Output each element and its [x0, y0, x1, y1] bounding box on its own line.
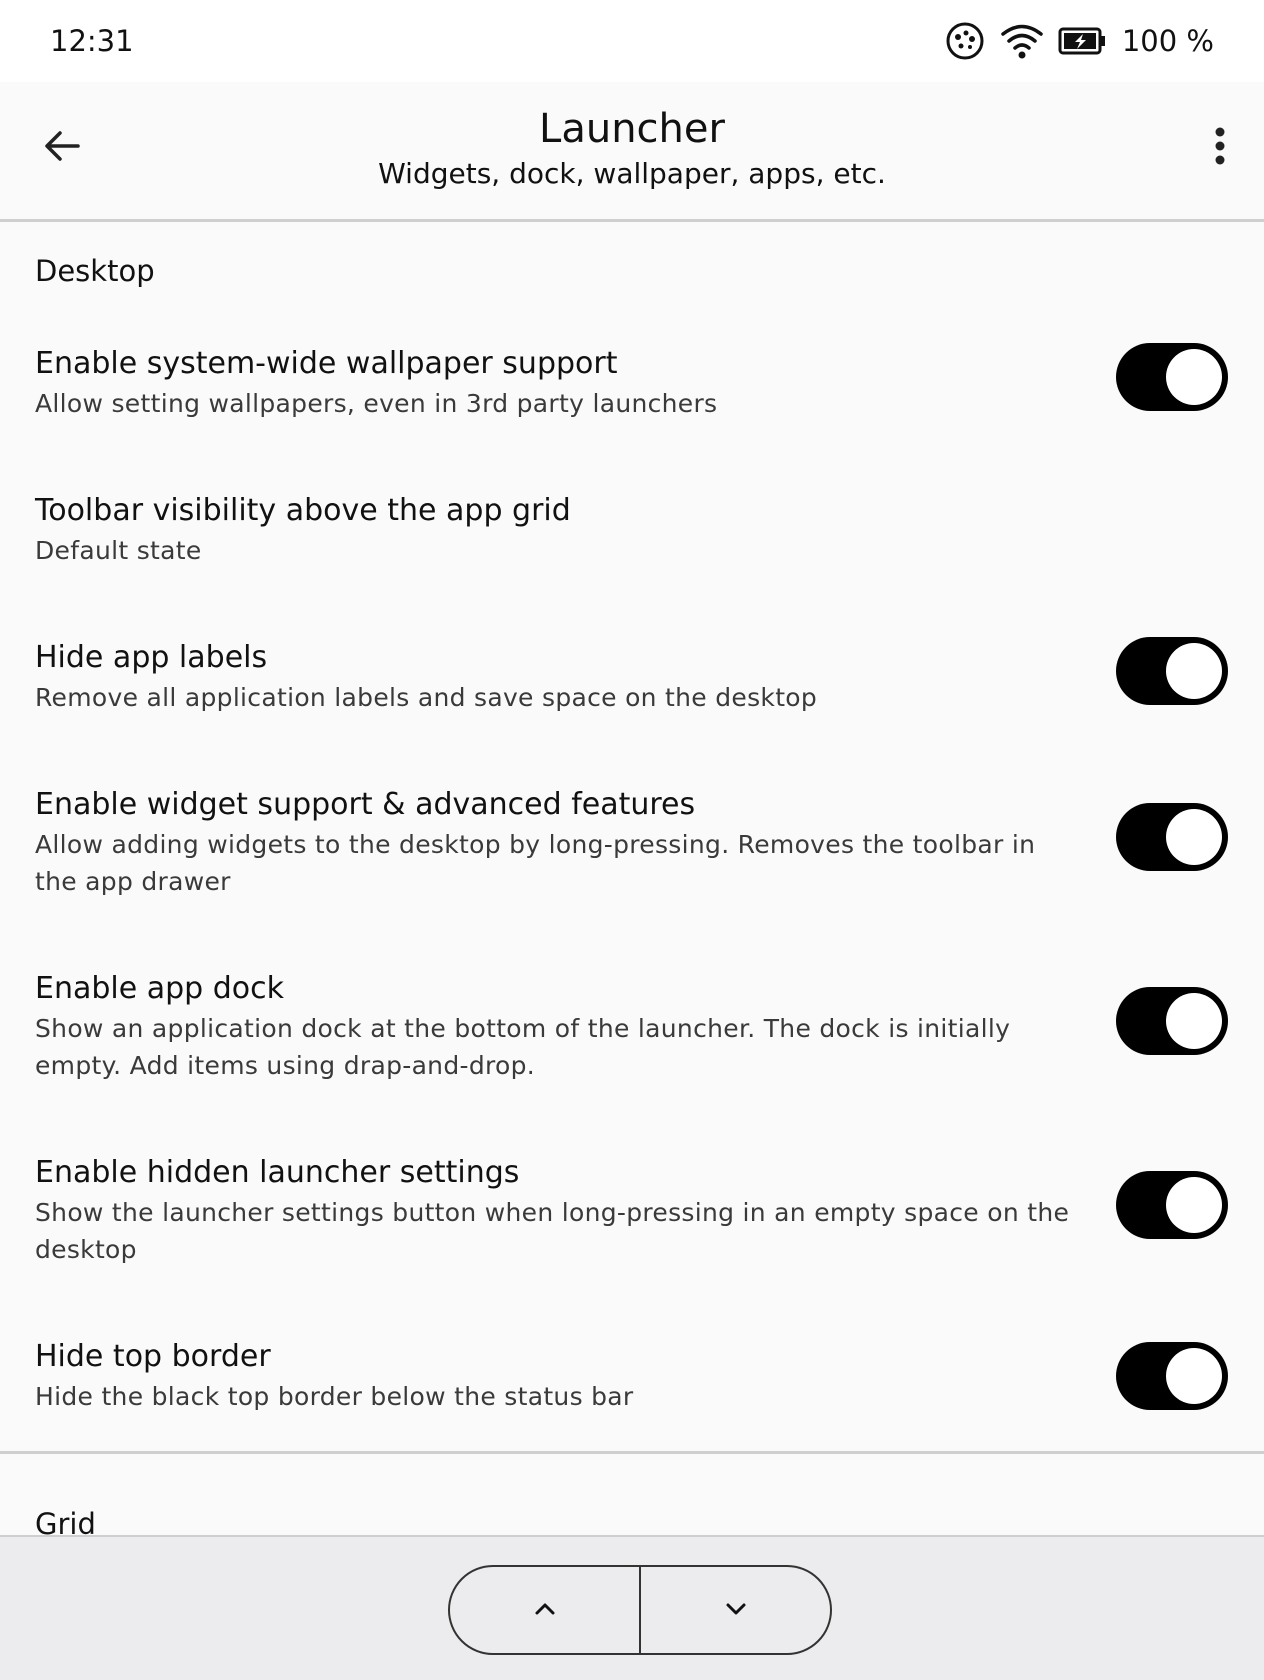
setting-title: Enable hidden launcher settings [35, 1155, 520, 1190]
more-vert-icon [1212, 126, 1228, 170]
setting-description: Show the launcher settings button when l… [35, 1198, 1070, 1264]
setting-title: Enable widget support & advanced feature… [35, 787, 696, 822]
chevron-down-icon [725, 1601, 747, 1620]
scroll-down-button[interactable] [641, 1567, 830, 1653]
page-subtitle: Widgets, dock, wallpaper, apps, etc. [378, 157, 886, 190]
toggle-switch-hide-app-labels[interactable] [1116, 637, 1228, 705]
chevron-up-icon [534, 1601, 556, 1620]
back-button[interactable] [36, 122, 88, 174]
status-icons: 100 % [944, 20, 1214, 62]
toggle-switch-hide-top-border[interactable] [1116, 1342, 1228, 1410]
status-time: 12:31 [50, 24, 134, 58]
setting-title: Toolbar visibility above the app grid [35, 493, 571, 528]
battery-charging-icon [1058, 27, 1106, 55]
setting-row-hidden-launcher-settings[interactable]: Enable hidden launcher settings Show the… [0, 1154, 1264, 1304]
toggle-switch-app-dock[interactable] [1116, 987, 1228, 1055]
setting-title: Enable system-wide wallpaper support [35, 346, 618, 381]
app-bar: Launcher Widgets, dock, wallpaper, apps,… [0, 82, 1264, 222]
setting-description: Show an application dock at the bottom o… [35, 1014, 1011, 1080]
setting-title: Enable app dock [35, 971, 284, 1006]
wifi-icon [1000, 22, 1044, 60]
toggle-switch-system-wallpaper[interactable] [1116, 343, 1228, 411]
section-divider [0, 1451, 1264, 1454]
setting-row-widget-support[interactable]: Enable widget support & advanced feature… [0, 786, 1264, 936]
title-block: Launcher Widgets, dock, wallpaper, apps,… [200, 106, 1064, 194]
setting-row-hide-top-border[interactable]: Hide top border Hide the black top borde… [0, 1338, 1264, 1448]
setting-row-toolbar-visibility[interactable]: Toolbar visibility above the app grid De… [0, 492, 1264, 602]
arrow-back-icon [42, 126, 82, 170]
setting-title: Hide top border [35, 1339, 271, 1374]
setting-description: Allow adding widgets to the desktop by l… [35, 830, 1036, 896]
toggle-switch-widget-support[interactable] [1116, 803, 1228, 871]
setting-description: Allow setting wallpapers, even in 3rd pa… [35, 389, 718, 418]
toggle-switch-hidden-launcher-settings[interactable] [1116, 1171, 1228, 1239]
battery-percentage: 100 % [1121, 24, 1214, 58]
status-bar: 12:31 100 % [0, 0, 1264, 82]
setting-row-system-wallpaper[interactable]: Enable system-wide wallpaper support All… [0, 343, 1264, 465]
bottom-pager-bar [0, 1535, 1264, 1680]
page-title: Launcher [539, 106, 725, 152]
sync-icon [944, 20, 986, 62]
setting-row-hide-app-labels[interactable]: Hide app labels Remove all application l… [0, 637, 1264, 749]
setting-description: Remove all application labels and save s… [35, 683, 818, 712]
overflow-menu-button[interactable] [1194, 122, 1246, 174]
page-navigation [448, 1565, 832, 1655]
setting-description: Default state [35, 536, 202, 565]
setting-description: Hide the black top border below the stat… [35, 1382, 634, 1411]
scroll-up-button[interactable] [450, 1567, 639, 1653]
setting-title: Hide app labels [35, 640, 268, 675]
setting-row-app-dock[interactable]: Enable app dock Show an application dock… [0, 970, 1264, 1120]
section-header-desktop: Desktop [35, 254, 155, 288]
